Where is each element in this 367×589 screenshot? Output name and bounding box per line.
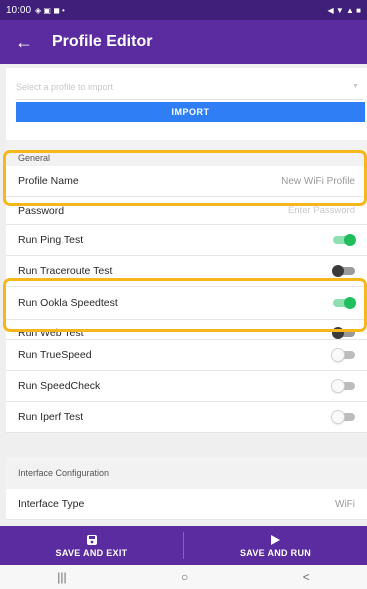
run-speedcheck-toggle[interactable] [332,380,355,392]
run-ping-test-toggle[interactable] [333,234,356,246]
run-traceroute-test-label: Run Traceroute Test [18,265,113,277]
run-iperf-test-row: Run Iperf Test [6,402,367,433]
home-icon[interactable]: ○ [181,570,188,584]
save-and-run-label: SAVE AND RUN [239,547,312,558]
profile-name-label: Profile Name [18,175,79,187]
profile-name-value: New WiFi Profile [281,175,355,187]
password-field[interactable]: Password Enter Password [6,197,367,225]
system-nav-bar: ||| ○ < [0,565,367,589]
section-header-interface: Interface Configuration [6,457,367,489]
interface-type-label: Interface Type [18,498,85,510]
run-iperf-test-toggle[interactable] [332,411,355,423]
profile-form: Select a profile to import ▼ IMPORT Gene… [0,64,367,526]
run-truespeed-label: Run TrueSpeed [18,349,92,361]
status-time: 10:00 [6,4,32,16]
run-ookla-speedtest-row: Run Ookla Speedtest [6,287,367,320]
profile-import-placeholder: Select a profile to import [16,81,114,92]
password-placeholder: Enter Password [287,205,355,216]
section-header-general: General [6,140,367,166]
import-button[interactable]: IMPORT [16,102,365,122]
play-icon [271,534,280,545]
run-web-test-label: Run Web Test [18,327,84,339]
general-settings-list: Profile Name New WiFi Profile Password E… [6,166,367,433]
interface-settings-list: Interface Type WiFi [6,489,367,520]
back-arrow-icon[interactable]: ← [6,20,42,64]
run-traceroute-test-toggle[interactable] [332,265,355,277]
password-label: Password [18,204,65,217]
notification-icons: ◈ ▣ ◼ • [35,5,65,15]
run-speedcheck-row: Run SpeedCheck [6,371,367,402]
profile-name-field[interactable]: Profile Name New WiFi Profile [6,166,367,197]
import-card: Select a profile to import ▼ IMPORT [6,68,367,140]
run-web-test-row: Run Web Test [6,320,367,340]
run-traceroute-test-row: Run Traceroute Test [6,256,367,287]
run-iperf-test-label: Run Iperf Test [18,411,84,423]
run-ping-test-label: Run Ping Test [18,234,84,246]
run-truespeed-toggle[interactable] [332,349,355,361]
save-and-run-button[interactable]: SAVE AND RUN [184,526,367,565]
interface-type-field[interactable]: Interface Type WiFi [6,489,367,520]
recents-icon[interactable]: ||| [57,570,66,584]
status-bar: 10:00 ◈ ▣ ◼ • ◀ ▼ ▲ ■ [0,0,367,20]
bottom-action-bar: SAVE AND EXIT SAVE AND RUN [0,526,367,565]
run-truespeed-row: Run TrueSpeed [6,340,367,371]
system-status-icons: ◀ ▼ ▲ ■ [327,5,362,15]
run-ping-test-row: Run Ping Test [6,225,367,256]
save-icon [86,534,97,545]
profile-import-select[interactable]: Select a profile to import ▼ [16,74,363,100]
device-screen: 10:00 ◈ ▣ ◼ • ◀ ▼ ▲ ■ ← Profile Editor S… [0,0,367,589]
nav-back-icon[interactable]: < [303,570,310,584]
app-bar: ← Profile Editor [0,20,367,64]
interface-type-value: WiFi [335,498,355,510]
run-web-test-toggle[interactable] [332,327,355,339]
save-and-exit-button[interactable]: SAVE AND EXIT [0,526,183,565]
run-speedcheck-label: Run SpeedCheck [18,380,101,392]
run-ookla-speedtest-toggle[interactable] [333,297,356,309]
page-title: Profile Editor [52,33,153,50]
save-and-exit-label: SAVE AND EXIT [55,547,128,558]
run-ookla-speedtest-label: Run Ookla Speedtest [18,297,118,309]
dropdown-caret-icon: ▼ [352,83,359,90]
